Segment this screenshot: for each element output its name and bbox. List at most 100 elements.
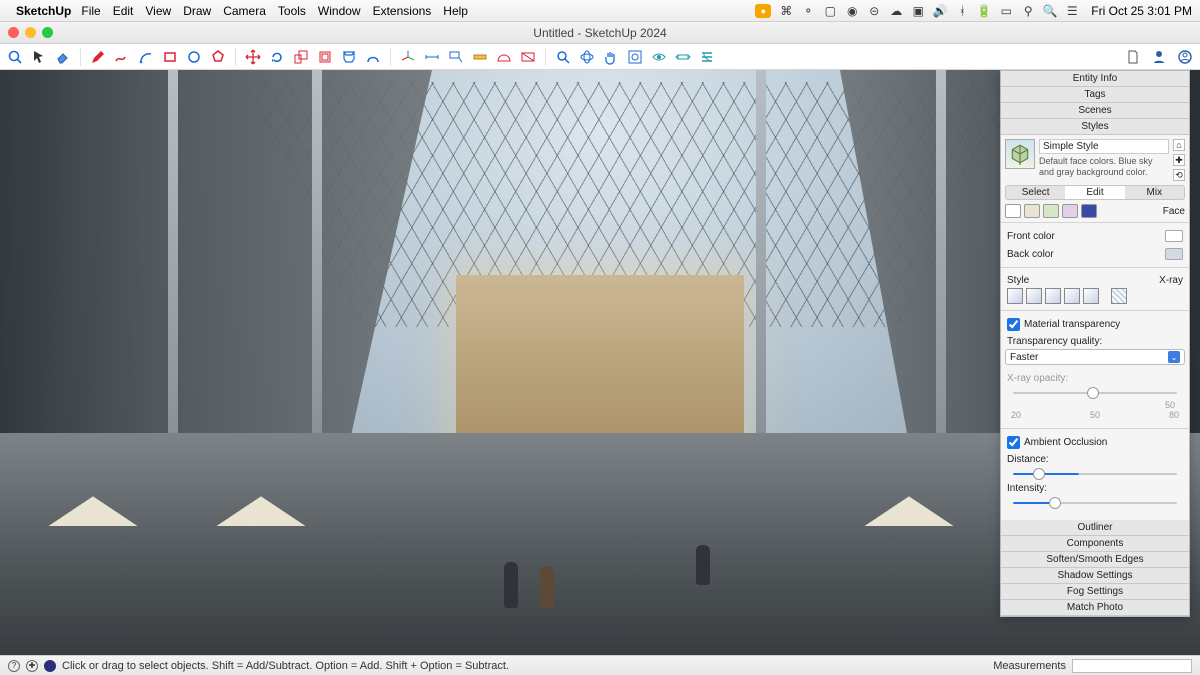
followme-icon[interactable] [364,48,382,66]
look-around-icon[interactable] [674,48,692,66]
ambient-occlusion-checkbox[interactable] [1007,436,1020,449]
menu-tools[interactable]: Tools [278,4,306,18]
style-hiddenline-icon[interactable] [1026,288,1042,304]
tray-window-icon[interactable]: ▢ [823,4,837,18]
section-entity-info[interactable]: Entity Info [1001,71,1189,87]
section-styles[interactable]: Styles [1001,119,1189,135]
modeling-settings-icon[interactable] [1081,204,1097,218]
front-color-swatch[interactable] [1165,230,1183,242]
style-shaded-icon[interactable] [1045,288,1061,304]
protractor-icon[interactable] [495,48,513,66]
offset-icon[interactable] [316,48,334,66]
tray-record-icon[interactable]: ◉ [845,4,859,18]
section-shadow[interactable]: Shadow Settings [1001,568,1189,584]
background-settings-icon[interactable] [1043,204,1059,218]
tab-mix[interactable]: Mix [1125,186,1184,199]
watermark-settings-icon[interactable] [1062,204,1078,218]
circle-icon[interactable] [185,48,203,66]
style-thumbnail[interactable] [1005,139,1035,169]
mic-icon[interactable]: ● [755,4,771,18]
section-icon[interactable] [519,48,537,66]
status-person-icon[interactable]: ✚ [26,660,38,672]
style-name-field[interactable]: Simple Style [1039,139,1169,154]
status-info-icon[interactable]: ? [8,660,20,672]
model-viewport[interactable]: Entity Info Tags Scenes Styles Simple St… [0,70,1200,655]
style-new-icon[interactable]: ✚ [1173,154,1185,166]
style-wireframe-icon[interactable] [1007,288,1023,304]
menu-window[interactable]: Window [318,4,361,18]
style-monochrome-icon[interactable] [1083,288,1099,304]
orbit-icon[interactable] [578,48,596,66]
tape-icon[interactable] [471,48,489,66]
eraser-icon[interactable] [54,48,72,66]
tab-select[interactable]: Select [1006,186,1065,199]
zoom-icon[interactable] [554,48,572,66]
xray-toggle-icon[interactable] [1111,288,1127,304]
text-icon[interactable] [447,48,465,66]
tray-shortcut-icon[interactable]: ⌘ [779,4,793,18]
search-icon[interactable] [6,48,24,66]
tray-bluetooth-icon[interactable]: ᚼ [955,4,969,18]
tray-volume-icon[interactable]: 🔊 [933,4,947,18]
style-refresh-icon[interactable]: ⟲ [1173,169,1185,181]
menu-camera[interactable]: Camera [223,4,266,18]
section-soften[interactable]: Soften/Smooth Edges [1001,552,1189,568]
tray-share-icon[interactable]: ⚬ [801,4,815,18]
menu-edit[interactable]: Edit [113,4,134,18]
material-transparency-row[interactable]: Material transparency [1005,315,1185,334]
pushpull-icon[interactable] [340,48,358,66]
rectangle-icon[interactable] [161,48,179,66]
app-name[interactable]: SketchUp [16,4,71,18]
minimize-window-icon[interactable] [25,27,36,38]
menubar-clock[interactable]: Fri Oct 25 3:01 PM [1091,4,1192,18]
menu-help[interactable]: Help [443,4,468,18]
section-components[interactable]: Components [1001,536,1189,552]
section-match-photo[interactable]: Match Photo [1001,600,1189,616]
position-camera-icon[interactable] [650,48,668,66]
section-fog[interactable]: Fog Settings [1001,584,1189,600]
menu-view[interactable]: View [145,4,171,18]
material-transparency-checkbox[interactable] [1007,318,1020,331]
face-settings-icon[interactable] [1024,204,1040,218]
status-geo-icon[interactable] [44,660,56,672]
intensity-slider[interactable] [1013,496,1177,510]
tray-display-icon[interactable]: ▣ [911,4,925,18]
account-icon[interactable] [1176,48,1194,66]
user-icon[interactable] [1150,48,1168,66]
section-scenes[interactable]: Scenes [1001,103,1189,119]
rotate-icon[interactable] [268,48,286,66]
axes-icon[interactable] [399,48,417,66]
move-icon[interactable] [244,48,262,66]
tray-cloud-icon[interactable]: ☁ [889,4,903,18]
freehand-icon[interactable] [113,48,131,66]
tray-wifi-icon[interactable]: ⚲ [1021,4,1035,18]
tray-sync-icon[interactable]: ⊝ [867,4,881,18]
new-doc-icon[interactable] [1124,48,1142,66]
tray-battery-icon[interactable]: 🔋 [977,4,991,18]
section-tags[interactable]: Tags [1001,87,1189,103]
tray-spotlight-icon[interactable]: 🔍 [1043,4,1057,18]
pan-icon[interactable] [602,48,620,66]
menu-extensions[interactable]: Extensions [373,4,432,18]
scale-icon[interactable] [292,48,310,66]
polygon-icon[interactable] [209,48,227,66]
menu-file[interactable]: File [81,4,100,18]
select-arrow-icon[interactable] [30,48,48,66]
edge-settings-icon[interactable] [1005,204,1021,218]
close-window-icon[interactable] [8,27,19,38]
tray-battery2-icon[interactable]: ▭ [999,4,1013,18]
dimension-icon[interactable] [423,48,441,66]
style-shaded-textures-icon[interactable] [1064,288,1080,304]
style-home-icon[interactable]: ⌂ [1173,139,1185,151]
tray-control-center-icon[interactable]: ☰ [1065,4,1079,18]
pencil-icon[interactable] [89,48,107,66]
transparency-quality-select[interactable]: Faster ⌄ [1005,349,1185,365]
ambient-occlusion-row[interactable]: Ambient Occlusion [1005,433,1185,452]
back-color-swatch[interactable] [1165,248,1183,260]
measurements-input[interactable] [1072,659,1192,673]
zoom-extents-icon[interactable] [626,48,644,66]
section-outliner[interactable]: Outliner [1001,520,1189,536]
arc-icon[interactable] [137,48,155,66]
zoom-window-icon[interactable] [42,27,53,38]
walk-icon[interactable] [698,48,716,66]
